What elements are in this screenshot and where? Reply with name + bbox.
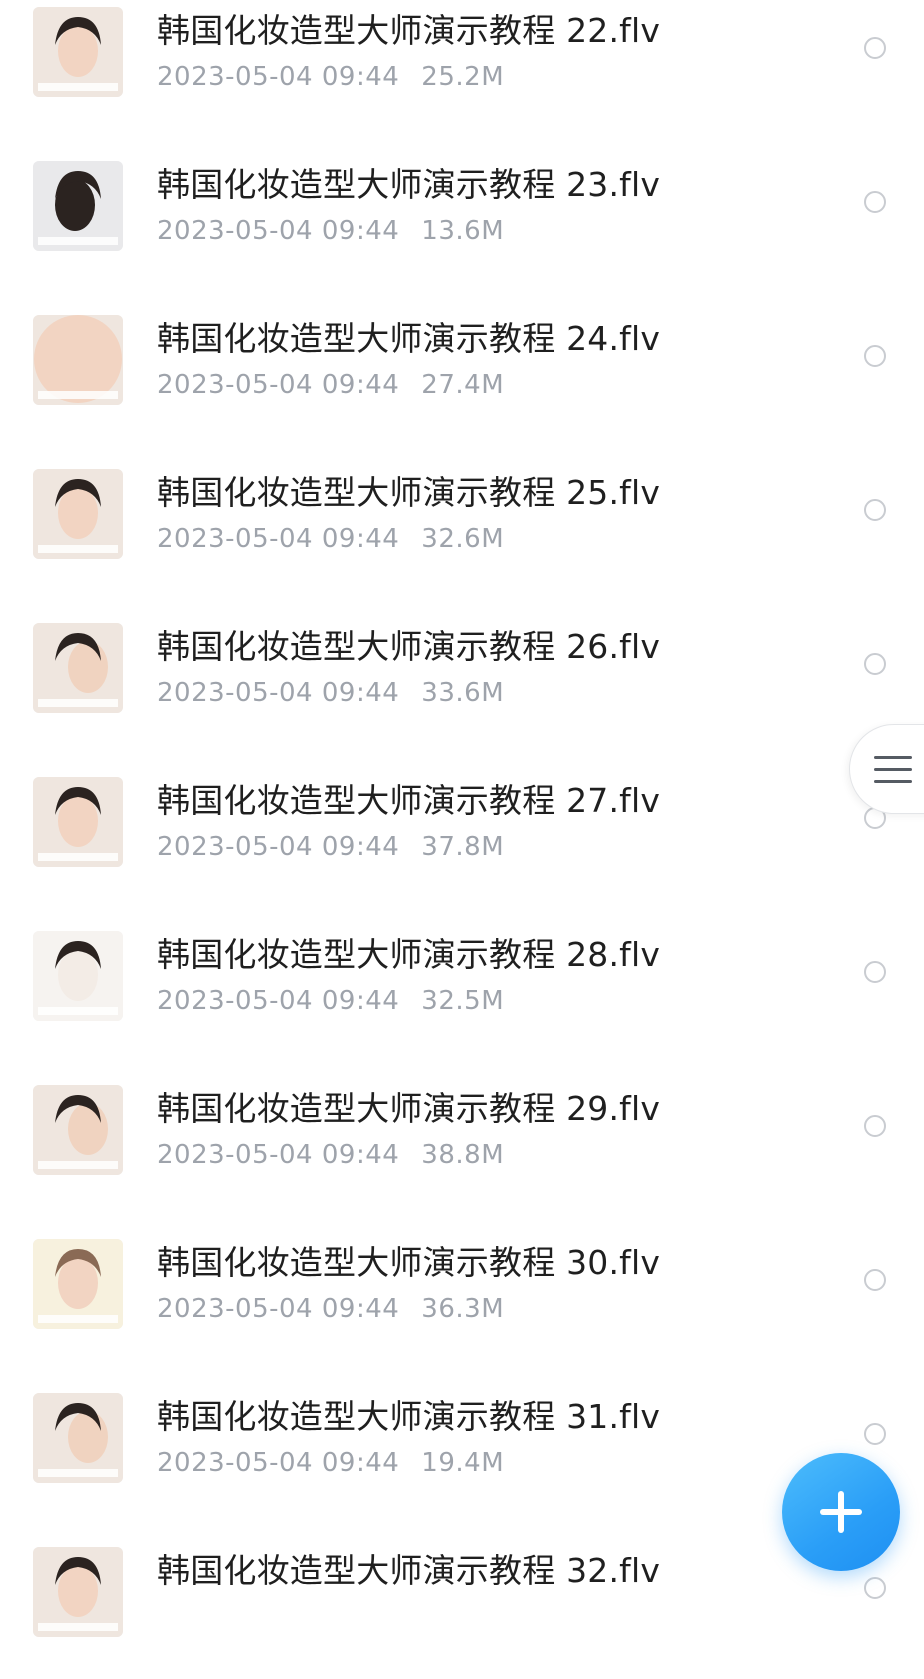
- file-name: 韩国化妆造型大师演示教程 26.flv: [157, 627, 661, 666]
- file-size: 13.6M: [421, 216, 505, 246]
- file-name: 韩国化妆造型大师演示教程 31.flv: [157, 1397, 661, 1436]
- file-size: 32.6M: [421, 524, 505, 554]
- select-checkbox[interactable]: [864, 1423, 886, 1445]
- file-date: 2023-05-04 09:44: [157, 216, 400, 246]
- face-brush-thumbnail[interactable]: [33, 7, 123, 97]
- file-date: 2023-05-04 09:44: [157, 1140, 400, 1170]
- file-name: 韩国化妆造型大师演示教程 24.flv: [157, 319, 661, 358]
- file-row-2[interactable]: 韩国化妆造型大师演示教程 23.flv 2023-05-04 09:44 13.6…: [0, 139, 924, 293]
- select-checkbox[interactable]: [864, 961, 886, 983]
- file-date: 2023-05-04 09:44: [157, 678, 400, 708]
- file-size: 36.3M: [421, 1294, 505, 1324]
- file-meta: 2023-05-04 09:44 32.6M: [157, 523, 504, 555]
- select-checkbox[interactable]: [864, 499, 886, 521]
- file-row-5[interactable]: 韩国化妆造型大师演示教程 26.flv 2023-05-04 09:44 33.6…: [0, 601, 924, 755]
- file-date: 2023-05-04 09:44: [157, 1294, 400, 1324]
- select-checkbox[interactable]: [864, 653, 886, 675]
- file-row-6[interactable]: 韩国化妆造型大师演示教程 27.flv 2023-05-04 09:44 37.8…: [0, 755, 924, 909]
- face-brush-thumbnail[interactable]: [33, 469, 123, 559]
- file-meta: 2023-05-04 09:44 25.2M: [157, 61, 504, 93]
- face-hand-thumbnail[interactable]: [33, 1393, 123, 1483]
- face-front-thumbnail[interactable]: [33, 1239, 123, 1329]
- file-date: 2023-05-04 09:44: [157, 832, 400, 862]
- plus-icon: [820, 1491, 862, 1533]
- file-name: 韩国化妆造型大师演示教程 22.flv: [157, 11, 661, 50]
- face-hand-thumbnail[interactable]: [33, 1085, 123, 1175]
- face-brush-thumbnail[interactable]: [33, 1547, 123, 1637]
- file-meta: 2023-05-04 09:44 36.3M: [157, 1293, 504, 1325]
- select-checkbox[interactable]: [864, 1269, 886, 1291]
- file-name: 韩国化妆造型大师演示教程 27.flv: [157, 781, 661, 820]
- file-size: 25.2M: [421, 62, 505, 92]
- face-hand-thumbnail[interactable]: [33, 623, 123, 713]
- file-name: 韩国化妆造型大师演示教程 25.flv: [157, 473, 661, 512]
- file-size: 33.6M: [421, 678, 505, 708]
- file-list: 韩国化妆造型大师演示教程 22.flv 2023-05-04 09:44 25.2…: [0, 0, 924, 1679]
- file-date: 2023-05-04 09:44: [157, 62, 400, 92]
- file-row-8[interactable]: 韩国化妆造型大师演示教程 29.flv 2023-05-04 09:44 38.8…: [0, 1063, 924, 1217]
- file-date: 2023-05-04 09:44: [157, 524, 400, 554]
- file-size: 38.8M: [421, 1140, 505, 1170]
- file-meta: 2023-05-04 09:44 33.6M: [157, 677, 504, 709]
- file-name: 韩国化妆造型大师演示教程 23.flv: [157, 165, 661, 204]
- file-date: 2023-05-04 09:44: [157, 986, 400, 1016]
- file-size: 37.8M: [421, 832, 505, 862]
- file-meta: 2023-05-04 09:44 37.8M: [157, 831, 504, 863]
- face-brush-thumbnail[interactable]: [33, 777, 123, 867]
- file-name: 韩国化妆造型大师演示教程 32.flv: [157, 1551, 661, 1590]
- select-checkbox[interactable]: [864, 1577, 886, 1599]
- file-meta: 2023-05-04 09:44 38.8M: [157, 1139, 504, 1171]
- face-mask-thumbnail[interactable]: [33, 931, 123, 1021]
- menu-icon: [874, 756, 912, 792]
- file-row-3[interactable]: 韩国化妆造型大师演示教程 24.flv 2023-05-04 09:44 27.4…: [0, 293, 924, 447]
- file-meta: 2023-05-04 09:44 27.4M: [157, 369, 504, 401]
- file-size: 32.5M: [421, 986, 505, 1016]
- file-size: 19.4M: [421, 1448, 505, 1478]
- file-meta: 2023-05-04 09:44 19.4M: [157, 1447, 504, 1479]
- add-button[interactable]: [782, 1453, 900, 1571]
- file-meta: [157, 1601, 179, 1633]
- select-checkbox[interactable]: [864, 1115, 886, 1137]
- file-meta: 2023-05-04 09:44 32.5M: [157, 985, 504, 1017]
- file-name: 韩国化妆造型大师演示教程 28.flv: [157, 935, 661, 974]
- file-meta: 2023-05-04 09:44 13.6M: [157, 215, 504, 247]
- select-checkbox[interactable]: [864, 345, 886, 367]
- closed-eyes-thumbnail[interactable]: [33, 315, 123, 405]
- select-checkbox[interactable]: [864, 37, 886, 59]
- file-row-7[interactable]: 韩国化妆造型大师演示教程 28.flv 2023-05-04 09:44 32.5…: [0, 909, 924, 1063]
- file-row-11[interactable]: 韩国化妆造型大师演示教程 32.flv: [0, 1525, 924, 1679]
- file-size: 27.4M: [421, 370, 505, 400]
- file-row-1[interactable]: 韩国化妆造型大师演示教程 22.flv 2023-05-04 09:44 25.2…: [0, 0, 924, 139]
- hair-back-thumbnail[interactable]: [33, 161, 123, 251]
- file-name: 韩国化妆造型大师演示教程 30.flv: [157, 1243, 661, 1282]
- file-date: 2023-05-04 09:44: [157, 1448, 400, 1478]
- file-row-9[interactable]: 韩国化妆造型大师演示教程 30.flv 2023-05-04 09:44 36.3…: [0, 1217, 924, 1371]
- file-date: 2023-05-04 09:44: [157, 370, 400, 400]
- file-row-4[interactable]: 韩国化妆造型大师演示教程 25.flv 2023-05-04 09:44 32.6…: [0, 447, 924, 601]
- file-name: 韩国化妆造型大师演示教程 29.flv: [157, 1089, 661, 1128]
- select-checkbox[interactable]: [864, 191, 886, 213]
